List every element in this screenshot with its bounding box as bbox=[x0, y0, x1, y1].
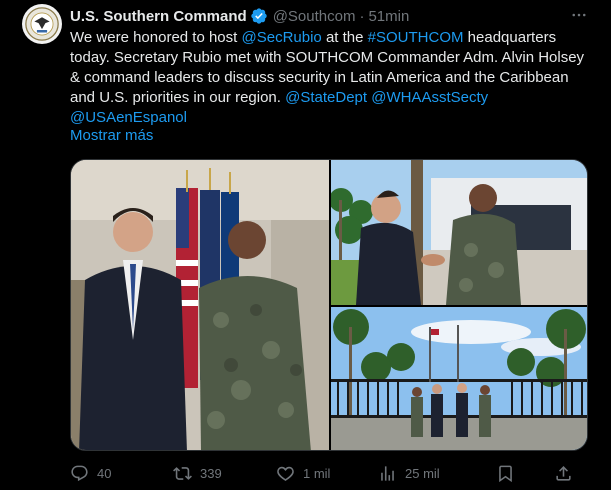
mention-secrubio[interactable]: @SecRubio bbox=[242, 29, 322, 46]
verified-badge-icon bbox=[250, 7, 268, 25]
photo-2[interactable] bbox=[331, 160, 587, 305]
media-grid bbox=[70, 159, 588, 451]
tweet-text: We were honored to host @SecRubio at the… bbox=[70, 28, 590, 128]
avatar[interactable] bbox=[22, 4, 62, 44]
text-lead: We were honored to host bbox=[70, 29, 242, 46]
text-at: at the bbox=[321, 29, 368, 46]
photo-1[interactable] bbox=[71, 160, 329, 450]
author-name[interactable]: U.S. Southern Command bbox=[70, 8, 247, 25]
mention-whaasstsecty[interactable]: @WHAAsstSecty bbox=[371, 89, 488, 106]
retweet-count: 339 bbox=[200, 465, 222, 481]
photo-3[interactable] bbox=[331, 307, 587, 450]
bookmark-icon bbox=[499, 465, 512, 482]
action-bar: 40 339 1 mil 25 mil bbox=[70, 462, 590, 484]
share-icon bbox=[556, 465, 571, 481]
retweet-icon bbox=[173, 466, 192, 480]
southcom-seal-icon bbox=[25, 7, 59, 41]
separator: · bbox=[359, 7, 365, 25]
timestamp[interactable]: 51min bbox=[368, 8, 409, 25]
mention-usaenespanol[interactable]: @USAenEspanol bbox=[70, 109, 187, 126]
tweet[interactable]: U.S. Southern Command @Southcom · 51min … bbox=[0, 0, 611, 490]
views-icon bbox=[381, 465, 394, 481]
photo-walking-image bbox=[331, 307, 587, 450]
views-count: 25 mil bbox=[405, 465, 440, 481]
photo-portrait-image bbox=[71, 160, 329, 450]
show-more-link[interactable]: Mostrar más bbox=[70, 127, 153, 144]
views-button[interactable]: 25 mil bbox=[378, 462, 440, 484]
retweet-button[interactable]: 339 bbox=[173, 462, 222, 484]
like-button[interactable]: 1 mil bbox=[276, 462, 330, 484]
more-icon[interactable] bbox=[568, 6, 590, 24]
author-handle[interactable]: @Southcom bbox=[273, 8, 356, 25]
photo-handshake-image bbox=[331, 160, 587, 305]
heart-icon bbox=[277, 466, 294, 481]
bookmark-button[interactable] bbox=[496, 462, 523, 484]
reply-button[interactable]: 40 bbox=[70, 462, 111, 484]
reply-icon bbox=[71, 465, 88, 481]
reply-count: 40 bbox=[97, 465, 112, 481]
share-button[interactable] bbox=[554, 462, 581, 484]
hashtag-southcom[interactable]: #SOUTHCOM bbox=[368, 29, 464, 46]
mention-statedept[interactable]: @StateDept bbox=[285, 89, 367, 106]
like-count: 1 mil bbox=[303, 465, 331, 481]
